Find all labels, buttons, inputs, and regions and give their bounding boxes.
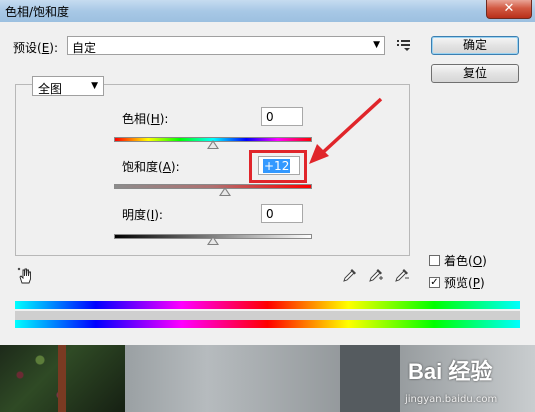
output-color-spectrum <box>15 320 520 328</box>
lightness-slider-thumb[interactable] <box>207 236 219 245</box>
colorize-label: 着色(O) <box>444 254 487 268</box>
edit-channel-value: 全图 <box>38 82 63 96</box>
edit-channel-select[interactable]: 全图 ▼ <box>32 76 104 96</box>
lightness-input[interactable]: 0 <box>261 204 303 223</box>
preset-label: 预设(E): <box>13 41 59 55</box>
background-post <box>58 345 66 412</box>
reset-button[interactable]: 复位 <box>431 64 519 83</box>
hue-slider-thumb[interactable] <box>207 140 219 149</box>
spectrum-range-area[interactable] <box>15 311 520 320</box>
colorize-checkbox[interactable] <box>429 255 440 266</box>
input-color-spectrum <box>15 301 520 309</box>
eyedropper-minus-icon[interactable] <box>394 267 410 283</box>
hue-label: 色相(H): <box>122 112 169 126</box>
saturation-slider-thumb[interactable] <box>218 187 231 196</box>
background-panel <box>340 345 400 412</box>
window-title: 色相/饱和度 <box>5 5 70 19</box>
eyedropper-icon[interactable] <box>342 267 358 283</box>
preset-select[interactable]: 自定 ▼ <box>67 36 385 55</box>
targeted-adjustment-hand-icon[interactable] <box>17 267 35 285</box>
saturation-label: 饱和度(A): <box>122 160 180 174</box>
title-bar[interactable]: 色相/饱和度 ✕ <box>0 0 535 22</box>
watermark: Bai 经验 jingyan.baidu.com <box>400 352 535 410</box>
annotation-arrow-icon <box>309 97 383 164</box>
watermark-brand: Bai 经验 <box>408 359 493 384</box>
hue-saturation-dialog: 色相/饱和度 ✕ 预设(E): 自定 ▼ 确定 复位 全图 ▼ 色相(H): 0… <box>0 0 535 345</box>
chevron-down-icon: ▼ <box>91 81 98 91</box>
chevron-down-icon: ▼ <box>373 40 380 50</box>
watermark-url: jingyan.baidu.com <box>405 394 498 405</box>
ok-button[interactable]: 确定 <box>431 36 519 55</box>
lightness-label: 明度(I): <box>122 208 163 222</box>
annotation-highlight-box <box>249 150 307 183</box>
preset-value: 自定 <box>72 41 97 55</box>
preview-checkbox[interactable]: ✓ <box>429 277 440 288</box>
saturation-slider-track[interactable] <box>114 184 312 189</box>
hue-input[interactable]: 0 <box>261 107 303 126</box>
eyedropper-plus-icon[interactable] <box>368 267 384 283</box>
preview-label: 预览(P) <box>444 276 485 290</box>
check-icon: ✓ <box>430 277 439 288</box>
close-button[interactable]: ✕ <box>486 0 532 19</box>
preset-options-icon[interactable] <box>397 39 411 51</box>
